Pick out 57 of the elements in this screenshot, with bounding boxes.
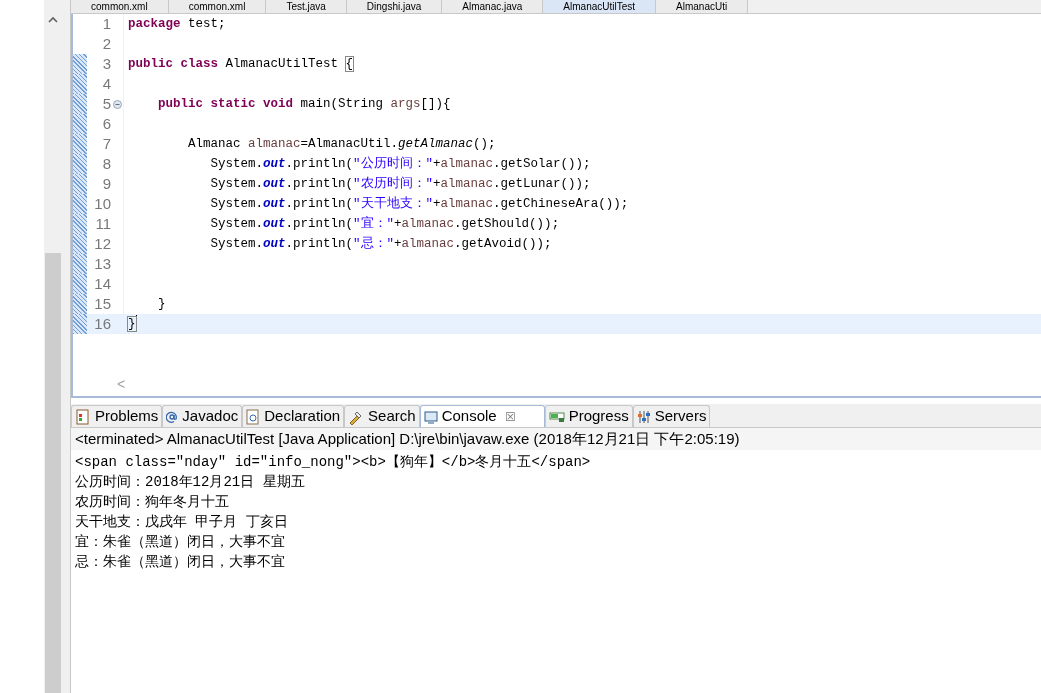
editor-tab[interactable]: Almanac.java <box>442 0 544 13</box>
line-number: 5 <box>102 94 111 112</box>
view-tab[interactable]: Problems <box>71 405 163 427</box>
line-number: 15 <box>94 294 111 312</box>
view-tab[interactable]: Search <box>344 405 420 427</box>
line-number: 6 <box>102 114 111 132</box>
console-line: 忌：朱雀（黑道）闭日，大事不宜 <box>75 553 286 572</box>
line-number: 8 <box>102 154 111 172</box>
console-line: 公历时间：2018年12月21日 星期五 <box>75 473 306 492</box>
close-icon[interactable]: ☒ <box>504 407 516 426</box>
code-line: } <box>123 314 137 334</box>
code-line: package test; <box>123 14 226 34</box>
view-tab[interactable]: Progress <box>544 405 633 427</box>
line-number: 9 <box>102 174 111 192</box>
code-line: System.out.println("农历时间："+almanac.getLunar()); <box>123 174 591 194</box>
code-line: System.out.println("忌："+almanac.getAvoid()); <box>123 234 552 254</box>
line-number: 12 <box>94 234 111 252</box>
line-number: 3 <box>102 54 111 72</box>
line-number: 2 <box>102 34 111 52</box>
collapse-icon[interactable] <box>112 99 122 109</box>
monitor-icon <box>423 409 438 424</box>
console-line: 天干地支：戊戌年 甲子月 丁亥日 <box>75 513 289 532</box>
line-number: 4 <box>102 74 111 92</box>
editor-tab[interactable]: Dingshi.java <box>346 0 443 13</box>
code-line: public static void main(String args[]){ <box>123 94 451 114</box>
line-number: 11 <box>95 214 111 232</box>
line-number: 7 <box>102 134 111 152</box>
view-tab[interactable]: Javadoc <box>162 405 243 427</box>
editor-tab[interactable]: common.xml <box>71 0 169 13</box>
document-icon <box>246 408 261 425</box>
code-line: System.out.println("天干地支："+almanac.getChineseAra()); <box>123 194 629 214</box>
code-line: public class AlmanacUtilTest { <box>123 54 354 74</box>
vertical-scrollbar[interactable] <box>44 0 71 693</box>
line-number: 14 <box>94 274 111 292</box>
view-tab[interactable]: Console ☒ <box>419 405 545 427</box>
scroll-up-icon[interactable] <box>48 16 58 23</box>
progress-bar-icon <box>548 410 565 423</box>
view-tab[interactable]: Declaration <box>242 405 345 427</box>
clipboard-icon <box>75 408 91 425</box>
line-number: 16 <box>94 314 111 332</box>
console-line: 农历时间：狗年冬月十五 <box>75 493 230 512</box>
line-number: 13 <box>94 254 111 272</box>
editor-tab[interactable]: AlmanacUtilTest <box>543 0 657 13</box>
code-line: Almanac almanac=AlmanacUtil.getAlmanac(); <box>123 134 496 154</box>
console-status: <terminated> AlmanacUtilTest [Java Application] D:\jre\bin\javaw.exe (2018年12月21日 下午2:05:19) <box>71 428 1041 450</box>
sliders-icon <box>636 409 651 424</box>
line-number: 1 <box>102 14 111 32</box>
code-line: System.out.println("公历时间："+almanac.getSolar()); <box>123 154 591 174</box>
code-line: System.out.println("宜："+almanac.getShould()); <box>123 214 560 234</box>
console-line: <span class="nday" id="info_nong"><b>【狗年】</b>冬月十五</span> <box>75 453 592 472</box>
at-icon <box>166 410 179 423</box>
line-number: 10 <box>94 194 111 212</box>
editor-tab[interactable]: Test.java <box>266 0 347 13</box>
editor-tab[interactable]: AlmanacUti <box>656 0 749 13</box>
console-line: 宜：朱雀（黑道）闭日，大事不宜 <box>75 533 286 552</box>
editor-tab[interactable]: common.xml <box>168 0 267 13</box>
view-tab[interactable]: Servers <box>632 405 711 427</box>
